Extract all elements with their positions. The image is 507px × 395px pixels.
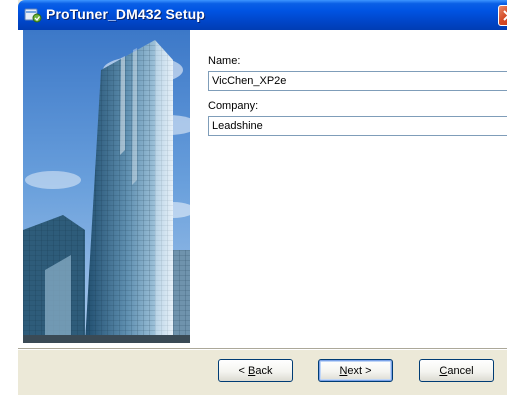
cancel-button[interactable]: Cancel: [419, 359, 494, 382]
cancel-rest: ancel: [447, 364, 474, 377]
name-label: Name:: [208, 55, 241, 67]
close-button[interactable]: [498, 5, 507, 26]
close-icon: [499, 10, 507, 29]
back-rest: ack: [255, 364, 273, 377]
name-field[interactable]: [208, 71, 507, 91]
company-label: Company:: [208, 100, 259, 112]
back-button[interactable]: < Back: [218, 359, 293, 382]
next-button[interactable]: Next >: [318, 359, 393, 382]
dialog-content: Name: Company:: [18, 30, 507, 348]
footer-divider: [18, 348, 507, 350]
back-prefix: <: [238, 364, 248, 377]
company-field[interactable]: [208, 116, 507, 136]
next-rest: ext >: [347, 364, 372, 377]
skyscraper-banner-image: [23, 30, 190, 343]
title-bar[interactable]: ProTuner_DM432 Setup: [18, 0, 507, 30]
setup-app-icon: [24, 7, 42, 23]
window-title: ProTuner_DM432 Setup: [46, 6, 205, 22]
setup-window: ProTuner_DM432 Setup Name: VicChen_XP2e …: [18, 0, 507, 395]
